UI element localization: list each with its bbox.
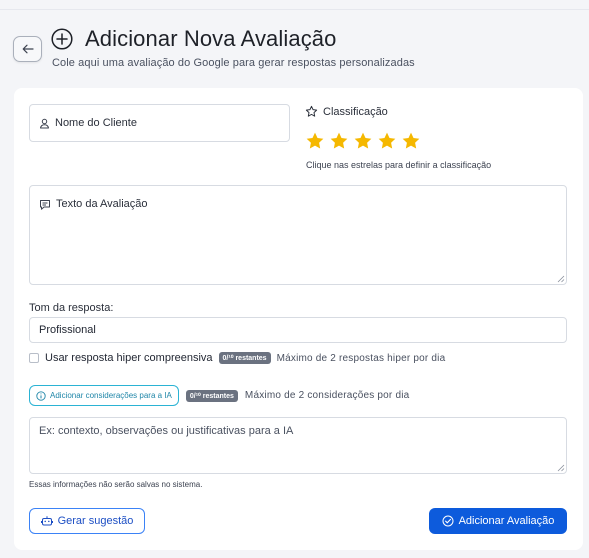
- hyper-limit-text: Máximo de 2 respostas hiper por dia: [276, 352, 446, 364]
- star-1-icon[interactable]: [305, 131, 325, 151]
- star-4-icon[interactable]: [377, 131, 397, 151]
- user-icon: [40, 118, 49, 128]
- star-rating[interactable]: [305, 131, 421, 151]
- resize-handle-icon[interactable]: [557, 464, 565, 472]
- back-button[interactable]: [13, 36, 42, 62]
- star-3-icon[interactable]: [353, 131, 373, 151]
- arrow-left-icon: [22, 44, 34, 54]
- page-title: Adicionar Nova Avaliação: [85, 26, 337, 51]
- star-2-icon[interactable]: [329, 131, 349, 151]
- hyper-option-row: Usar resposta hiper compreensiva 0/¹⁰ re…: [29, 352, 445, 364]
- star-outline-icon: [305, 105, 318, 117]
- client-name-input[interactable]: Nome do Cliente: [29, 104, 290, 142]
- top-divider: [0, 9, 589, 10]
- context-placeholder: Ex: contexto, observações ou justificati…: [39, 425, 294, 437]
- considerations-limit-text: Máximo de 2 considerações por dia: [244, 390, 410, 401]
- review-placeholder: Texto da Avaliação: [56, 198, 148, 210]
- add-considerations-button[interactable]: Adicionar considerações para a IA: [29, 385, 179, 406]
- hyper-remaining-badge: 0/¹⁰ restantes: [218, 352, 271, 364]
- tone-label: Tom da resposta:: [29, 302, 114, 314]
- page-subtitle: Cole aqui uma avaliação do Google para g…: [52, 57, 415, 69]
- considerations-remaining-badge: 0/¹⁰ restantes: [185, 389, 238, 402]
- resize-handle-icon[interactable]: [557, 275, 565, 283]
- rating-label: Classificação: [305, 105, 388, 118]
- considerations-row: Adicionar considerações para a IA 0/¹⁰ r…: [29, 385, 409, 406]
- review-textarea[interactable]: Texto da Avaliação: [29, 185, 567, 285]
- context-textarea[interactable]: Ex: contexto, observações ou justificati…: [29, 417, 567, 474]
- check-circle-icon: [442, 515, 454, 527]
- info-icon: [36, 390, 46, 401]
- client-name-placeholder: Nome do Cliente: [55, 117, 137, 129]
- rating-label-text: Classificação: [323, 105, 388, 118]
- hyper-label: Usar resposta hiper compreensiva: [45, 352, 213, 364]
- generate-suggestion-label: Gerar sugestão: [57, 515, 134, 527]
- add-considerations-label: Adicionar considerações para a IA: [50, 391, 172, 400]
- add-review-label: Adicionar Avaliação: [458, 515, 555, 527]
- star-5-icon[interactable]: [401, 131, 421, 151]
- message-icon: [40, 200, 50, 210]
- privacy-note: Essas informações não serão salvas no si…: [29, 480, 203, 489]
- rating-hint: Clique nas estrelas para definir a class…: [306, 160, 492, 170]
- add-review-button[interactable]: Adicionar Avaliação: [429, 508, 567, 534]
- plus-circle-icon: [51, 28, 73, 50]
- generate-suggestion-button[interactable]: Gerar sugestão: [29, 508, 145, 534]
- hyper-checkbox[interactable]: [29, 353, 39, 363]
- tone-select[interactable]: Profissional: [29, 317, 567, 343]
- robot-icon: [40, 516, 53, 526]
